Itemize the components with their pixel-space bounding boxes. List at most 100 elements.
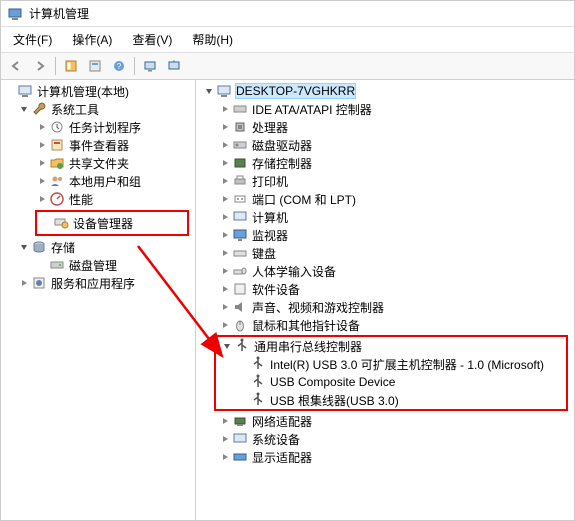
device-category-disk-drives[interactable]: 磁盘驱动器 <box>196 136 574 154</box>
device-category-processors[interactable]: 处理器 <box>196 118 574 136</box>
menu-action[interactable]: 操作(A) <box>64 29 120 50</box>
window-title: 计算机管理 <box>29 5 89 22</box>
device-usb-composite[interactable]: USB Composite Device <box>216 373 566 391</box>
menu-help[interactable]: 帮助(H) <box>184 29 241 50</box>
tree-label: 磁盘管理 <box>69 257 117 274</box>
tree-label: 系统设备 <box>252 431 300 448</box>
expander-icon[interactable] <box>17 240 31 254</box>
device-category-system-devices[interactable]: 系统设备 <box>196 430 574 448</box>
show-hide-button[interactable] <box>60 55 82 77</box>
tree-task-scheduler[interactable]: 任务计划程序 <box>1 118 195 136</box>
expander-icon[interactable] <box>35 258 49 272</box>
device-category-monitors[interactable]: 监视器 <box>196 226 574 244</box>
expander-icon[interactable] <box>3 84 17 98</box>
tree-label: 监视器 <box>252 227 288 244</box>
device-category-display[interactable]: 显示适配器 <box>196 448 574 466</box>
tree-label: USB 根集线器(USB 3.0) <box>270 392 399 409</box>
properties-button[interactable] <box>84 55 106 77</box>
tree-label: 服务和应用程序 <box>51 275 135 292</box>
tree-label: 磁盘驱动器 <box>252 137 312 154</box>
expander-icon[interactable] <box>218 432 232 446</box>
expander-icon[interactable] <box>220 339 234 353</box>
expander-icon[interactable] <box>35 120 49 134</box>
expander-icon[interactable] <box>218 102 232 116</box>
device-category-hid[interactable]: 人体学输入设备 <box>196 262 574 280</box>
device-category-software[interactable]: 软件设备 <box>196 280 574 298</box>
usb-icon <box>250 356 266 372</box>
device-category-ide[interactable]: IDE ATA/ATAPI 控制器 <box>196 100 574 118</box>
forward-button[interactable] <box>29 55 51 77</box>
menu-file[interactable]: 文件(F) <box>5 29 60 50</box>
scan-button[interactable] <box>139 55 161 77</box>
expander-icon[interactable] <box>35 138 49 152</box>
tree-storage[interactable]: 存储 <box>1 238 195 256</box>
device-category-usb[interactable]: 通用串行总线控制器 <box>216 337 566 355</box>
expander-icon[interactable] <box>218 246 232 260</box>
device-root-computer[interactable]: DESKTOP-7VGHKRR <box>196 82 574 100</box>
expander-icon[interactable] <box>218 228 232 242</box>
device-category-mice[interactable]: 鼠标和其他指针设备 <box>196 316 574 334</box>
tree-label: 事件查看器 <box>69 137 129 154</box>
expander-icon[interactable] <box>218 450 232 464</box>
tree-label: 计算机 <box>252 209 288 226</box>
expander-icon[interactable] <box>218 318 232 332</box>
menu-view[interactable]: 查看(V) <box>124 29 180 50</box>
expander-icon[interactable] <box>218 282 232 296</box>
tree-root-computer-management[interactable]: 计算机管理(本地) <box>1 82 195 100</box>
device-usb-intel[interactable]: Intel(R) USB 3.0 可扩展主机控制器 - 1.0 (Microso… <box>216 355 566 373</box>
expander-icon[interactable] <box>35 192 49 206</box>
device-category-printers[interactable]: 打印机 <box>196 172 574 190</box>
expander-icon[interactable] <box>218 264 232 278</box>
expander-icon[interactable] <box>218 138 232 152</box>
refresh-button[interactable] <box>163 55 185 77</box>
storage-controller-icon <box>232 155 248 171</box>
device-category-ports[interactable]: 端口 (COM 和 LPT) <box>196 190 574 208</box>
toolbar-separator <box>134 57 135 75</box>
tree-device-manager[interactable]: 设备管理器 <box>39 214 185 232</box>
keyboard-icon <box>232 245 248 261</box>
device-category-storage-controllers[interactable]: 存储控制器 <box>196 154 574 172</box>
tree-label: 存储控制器 <box>252 155 312 172</box>
expander-icon[interactable] <box>218 174 232 188</box>
expander-icon[interactable] <box>218 210 232 224</box>
port-icon <box>232 191 248 207</box>
device-category-computer[interactable]: 计算机 <box>196 208 574 226</box>
usb-icon <box>234 338 250 354</box>
device-category-network[interactable]: 网络适配器 <box>196 412 574 430</box>
expander-icon[interactable] <box>218 120 232 134</box>
back-button[interactable] <box>5 55 27 77</box>
right-tree-pane[interactable]: DESKTOP-7VGHKRR IDE ATA/ATAPI 控制器 处理器 磁盘… <box>196 80 574 520</box>
tree-disk-management[interactable]: 磁盘管理 <box>1 256 195 274</box>
tree-services-apps[interactable]: 服务和应用程序 <box>1 274 195 292</box>
expander-icon[interactable] <box>17 276 31 290</box>
event-icon <box>49 137 65 153</box>
device-category-keyboards[interactable]: 键盘 <box>196 244 574 262</box>
device-category-audio[interactable]: 声音、视频和游戏控制器 <box>196 298 574 316</box>
tree-system-tools[interactable]: 系统工具 <box>1 100 195 118</box>
tree-performance[interactable]: 性能 <box>1 190 195 208</box>
tree-label: 系统工具 <box>51 101 99 118</box>
expander-icon[interactable] <box>35 156 49 170</box>
toolbar: ? <box>1 53 574 80</box>
tree-event-viewer[interactable]: 事件查看器 <box>1 136 195 154</box>
content-area: 计算机管理(本地) 系统工具 任务计划程序 事件查看器 共享文件夹 <box>1 80 574 520</box>
expander-icon[interactable] <box>39 216 53 230</box>
device-usb-root-hub[interactable]: USB 根集线器(USB 3.0) <box>216 391 566 409</box>
expander-icon[interactable] <box>17 102 31 116</box>
help-button[interactable]: ? <box>108 55 130 77</box>
mouse-icon <box>232 317 248 333</box>
expander-icon[interactable] <box>35 174 49 188</box>
expander-icon[interactable] <box>218 156 232 170</box>
hid-icon <box>232 263 248 279</box>
expander-icon[interactable] <box>218 192 232 206</box>
computer-icon <box>216 83 232 99</box>
tree-local-users[interactable]: 本地用户和组 <box>1 172 195 190</box>
expander-icon[interactable] <box>202 84 216 98</box>
tree-label: 共享文件夹 <box>69 155 129 172</box>
left-tree-pane[interactable]: 计算机管理(本地) 系统工具 任务计划程序 事件查看器 共享文件夹 <box>1 80 196 520</box>
tree-label: 设备管理器 <box>73 215 133 232</box>
ide-icon <box>232 101 248 117</box>
expander-icon[interactable] <box>218 300 232 314</box>
expander-icon[interactable] <box>218 414 232 428</box>
tree-shared-folders[interactable]: 共享文件夹 <box>1 154 195 172</box>
